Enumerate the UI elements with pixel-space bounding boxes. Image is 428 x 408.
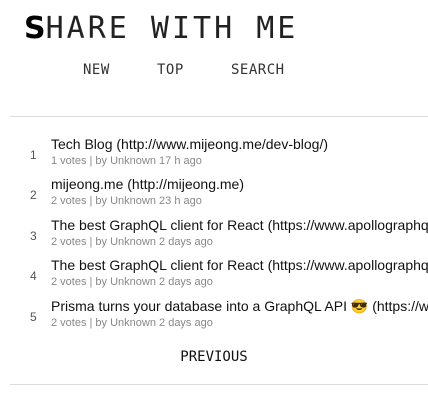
link-url: (https://www.prisma.io)	[372, 298, 428, 314]
page: SHARE WITH ME NEW TOP SEARCH 1 Tech Blog…	[0, 0, 428, 408]
link-url: (https://www.apollographql.com)	[267, 257, 428, 273]
link-meta: 2 votes | by Unknown 2 days ago	[51, 317, 213, 329]
link-title-text: Prisma turns your database into a GraphQ…	[51, 298, 369, 314]
link-meta: 1 votes | by Unknown 17 h ago	[51, 155, 202, 167]
nav-search-link[interactable]: SEARCH	[231, 62, 285, 78]
rank-number: 4	[30, 269, 37, 283]
link-meta: 2 votes | by Unknown 2 days ago	[51, 236, 213, 248]
header-divider	[10, 116, 428, 117]
nav-top-link[interactable]: TOP	[157, 62, 184, 78]
list-item: 2 mijeong.me (http://mijeong.me) 2 votes…	[0, 174, 428, 214]
nav-new-link[interactable]: NEW	[83, 62, 110, 78]
rank-number: 5	[30, 310, 37, 324]
link-title-text: mijeong.me	[51, 176, 124, 192]
link-title-text: The best GraphQL client for React	[51, 217, 264, 233]
logo-text: HARE WITH ME	[45, 11, 299, 46]
list-item: 5 Prisma turns your database into a Grap…	[0, 296, 428, 336]
link-url: (https://www.apollographql.com)	[267, 217, 428, 233]
footer-divider	[10, 384, 428, 385]
list-item: 4 The best GraphQL client for React (htt…	[0, 255, 428, 295]
link-title-text: The best GraphQL client for React	[51, 257, 264, 273]
logo-initial: S	[24, 11, 46, 46]
previous-button[interactable]: PREVIOUS	[180, 349, 247, 365]
link-meta: 2 votes | by Unknown 23 h ago	[51, 195, 202, 207]
link-title[interactable]: mijeong.me (http://mijeong.me)	[51, 176, 244, 192]
link-title[interactable]: The best GraphQL client for React (https…	[51, 217, 428, 233]
link-title[interactable]: Prisma turns your database into a GraphQ…	[51, 298, 428, 315]
list-item: 1 Tech Blog (http://www.mijeong.me/dev-b…	[0, 134, 428, 174]
header: SHARE WITH ME NEW TOP SEARCH	[0, 0, 428, 110]
link-url: (http://mijeong.me)	[127, 176, 244, 192]
pagination: PREVIOUS	[0, 349, 428, 365]
link-title-text: Tech Blog	[51, 136, 113, 152]
link-title[interactable]: The best GraphQL client for React (https…	[51, 257, 428, 273]
app-logo[interactable]: SHARE WITH ME	[24, 12, 298, 46]
rank-number: 1	[30, 148, 37, 162]
rank-number: 3	[30, 229, 37, 243]
link-title[interactable]: Tech Blog (http://www.mijeong.me/dev-blo…	[51, 136, 328, 152]
link-meta: 2 votes | by Unknown 2 days ago	[51, 276, 213, 288]
link-url: (http://www.mijeong.me/dev-blog/)	[116, 136, 329, 152]
rank-number: 2	[30, 188, 37, 202]
list-item: 3 The best GraphQL client for React (htt…	[0, 215, 428, 255]
